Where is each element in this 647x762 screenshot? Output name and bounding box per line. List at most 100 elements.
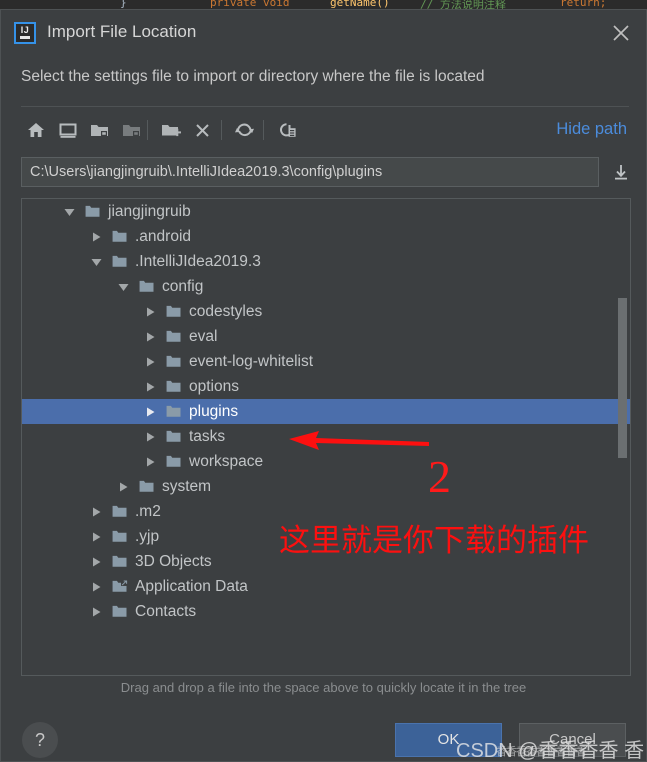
tree-row[interactable]: .m2	[22, 499, 630, 524]
folder-icon	[112, 230, 127, 242]
tree-row[interactable]: jiangjingruib	[22, 199, 630, 224]
tree-row[interactable]: tasks	[22, 424, 630, 449]
chevron-right-icon[interactable]	[91, 532, 102, 542]
intellij-idea-logo-icon: IJ	[14, 22, 36, 44]
path-input[interactable]	[21, 157, 599, 187]
dialog-titlebar: IJ Import File Location	[1, 10, 646, 56]
chevron-right-icon[interactable]	[91, 582, 102, 592]
drag-drop-hint: Drag and drop a file into the space abov…	[120, 680, 527, 695]
tree-row-label: .m2	[135, 503, 161, 520]
toolbar-divider	[147, 120, 148, 140]
tree-row[interactable]: event-log-whitelist	[22, 349, 630, 374]
tree-scrollbar-thumb[interactable]	[618, 298, 627, 458]
background-code-fragment: private void	[210, 0, 290, 9]
chevron-right-icon[interactable]	[145, 332, 156, 342]
chevron-right-icon[interactable]	[145, 457, 156, 467]
folder-icon	[166, 330, 181, 342]
chevron-right-icon[interactable]	[91, 232, 102, 242]
folder-icon	[166, 355, 181, 367]
tree-row[interactable]: config	[22, 274, 630, 299]
tree-row-label: .yjp	[135, 528, 160, 545]
logo-underbar	[20, 36, 30, 39]
chevron-right-icon[interactable]	[145, 307, 156, 317]
tree-row[interactable]: Contacts	[22, 599, 630, 624]
tree-row-label: event-log-whitelist	[189, 353, 314, 370]
help-button[interactable]: ?	[22, 722, 58, 758]
chevron-right-icon[interactable]	[145, 407, 156, 417]
tree-row[interactable]: eval	[22, 324, 630, 349]
toolbar-divider-2	[221, 120, 222, 140]
close-icon[interactable]	[606, 18, 636, 48]
ok-button[interactable]: OK	[395, 723, 502, 757]
tree-row-label: .IntelliJIdea2019.3	[135, 253, 261, 270]
tree-row[interactable]: plugins	[22, 399, 630, 424]
tree-row-label: options	[189, 378, 239, 395]
folder-symlink-icon	[112, 580, 128, 592]
ide-background-strip: } private void getName() // 方法说明注释 return;	[0, 0, 647, 9]
desktop-icon[interactable]	[53, 114, 83, 146]
new-folder-icon[interactable]	[156, 114, 186, 146]
dialog-prompt-text: Select the settings file to import or di…	[21, 68, 485, 85]
tree-row[interactable]: .IntelliJIdea2019.3	[22, 249, 630, 274]
folder-icon	[112, 255, 127, 267]
project-folder-icon[interactable]	[85, 114, 115, 146]
folder-icon	[166, 305, 181, 317]
tree-row-label: eval	[189, 328, 218, 345]
chevron-right-icon[interactable]	[118, 482, 129, 492]
chevron-right-icon[interactable]	[91, 557, 102, 567]
tree-row[interactable]: options	[22, 374, 630, 399]
tree-scrollbar[interactable]	[618, 200, 629, 674]
toolbar-separator	[21, 106, 629, 107]
tree-row-label: jiangjingruib	[108, 203, 191, 220]
chevron-down-icon[interactable]	[118, 282, 129, 292]
folder-icon	[112, 505, 127, 517]
tree-row-label: 3D Objects	[135, 553, 212, 570]
background-code-fragment: return;	[560, 0, 607, 9]
tree-row[interactable]: workspace	[22, 449, 630, 474]
folder-icon	[112, 605, 127, 617]
tree-row-label: .android	[135, 228, 192, 245]
tree-row-label: config	[162, 278, 204, 295]
module-folder-icon	[117, 114, 147, 146]
folder-icon	[112, 530, 127, 542]
logo-text: IJ	[20, 25, 30, 35]
tree-row[interactable]: .android	[22, 224, 630, 249]
chevron-right-icon[interactable]	[91, 607, 102, 617]
folder-icon	[166, 430, 181, 442]
folder-icon	[85, 205, 100, 217]
path-expand-icon[interactable]	[609, 160, 633, 184]
tree-row-label: plugins	[189, 403, 239, 420]
tree-row-label: Application Data	[135, 578, 248, 595]
cancel-button[interactable]: Cancel	[519, 723, 626, 757]
tree-rows-container: jiangjingruib .android .IntelliJIdea2019.3…	[22, 199, 630, 624]
tree-row[interactable]: codestyles	[22, 299, 630, 324]
background-code-fragment: }	[120, 0, 127, 9]
tree-row-label: workspace	[189, 453, 264, 470]
tree-row[interactable]: Application Data	[22, 574, 630, 599]
background-code-fragment: getName()	[330, 0, 390, 9]
chevron-down-icon[interactable]	[91, 257, 102, 267]
delete-icon[interactable]	[188, 114, 218, 146]
background-code-fragment: // 方法说明注释	[420, 0, 506, 9]
chevron-right-icon[interactable]	[145, 357, 156, 367]
tree-row[interactable]: system	[22, 474, 630, 499]
folder-icon	[139, 480, 154, 492]
tree-row[interactable]: 3D Objects	[22, 549, 630, 574]
dialog-title: Import File Location	[47, 22, 197, 41]
tree-row-label: system	[162, 478, 212, 495]
home-icon[interactable]	[21, 114, 51, 146]
tree-row-label: tasks	[189, 428, 226, 445]
folder-icon	[139, 280, 154, 292]
tree-row[interactable]: .yjp	[22, 524, 630, 549]
chevron-down-icon[interactable]	[64, 207, 75, 217]
show-hidden-icon[interactable]	[272, 114, 302, 146]
refresh-icon[interactable]	[230, 114, 260, 146]
folder-icon	[166, 380, 181, 392]
hide-path-link[interactable]: Hide path	[556, 120, 627, 139]
directory-tree[interactable]: jiangjingruib .android .IntelliJIdea2019.3…	[21, 198, 631, 676]
chevron-right-icon[interactable]	[145, 382, 156, 392]
chevron-right-icon[interactable]	[145, 432, 156, 442]
folder-icon	[166, 455, 181, 467]
folder-icon	[166, 405, 181, 417]
chevron-right-icon[interactable]	[91, 507, 102, 517]
